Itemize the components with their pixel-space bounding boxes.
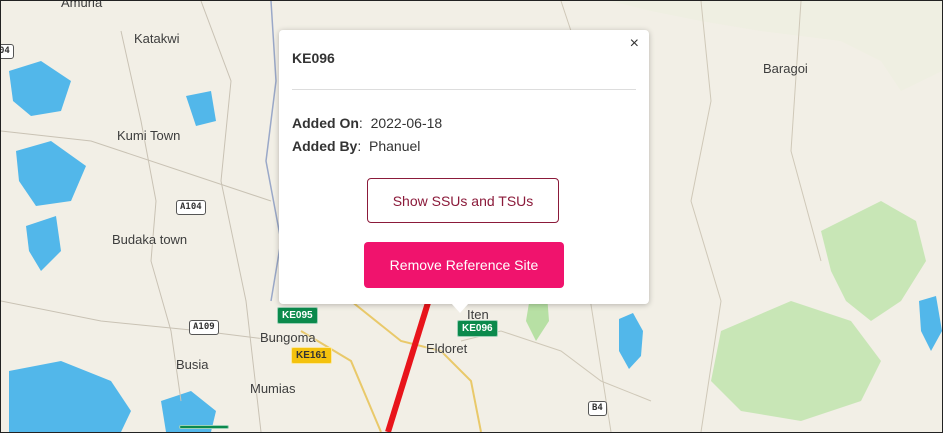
- show-ssus-tsus-button[interactable]: Show SSUs and TSUs: [367, 178, 559, 223]
- popup-divider: [292, 89, 636, 90]
- place-eldoret: Eldoret: [426, 341, 468, 356]
- added-by-value: Phanuel: [369, 138, 421, 154]
- place-katakwi: Katakwi: [134, 31, 180, 46]
- site-marker-ke095[interactable]: KE095: [277, 307, 318, 324]
- remove-reference-site-button[interactable]: Remove Reference Site: [364, 242, 564, 288]
- place-kumi-town: Kumi Town: [117, 128, 181, 143]
- site-marker-ke161[interactable]: KE161: [291, 347, 332, 364]
- popup-title: KE096: [292, 50, 335, 66]
- site-marker-ke096[interactable]: KE096: [457, 320, 498, 337]
- added-on-row: Added On: 2022-06-18: [292, 115, 442, 131]
- place-bungoma: Bungoma: [260, 330, 316, 345]
- place-budaka-town: Budaka town: [112, 232, 188, 247]
- popup-tip: [451, 303, 469, 313]
- road-shield-a109: A109: [189, 320, 219, 335]
- map-view[interactable]: Amuria Katakwi Kumi Town Budaka town Bus…: [0, 0, 943, 433]
- added-on-value: 2022-06-18: [370, 115, 443, 131]
- road-shield-a104: A104: [176, 200, 206, 215]
- road-shield-b4: B4: [588, 401, 607, 416]
- added-by-label: Added By: [292, 138, 358, 154]
- close-icon[interactable]: ×: [630, 36, 639, 52]
- place-amuria: Amuria: [61, 0, 103, 10]
- added-on-label: Added On: [292, 115, 359, 131]
- site-marker[interactable]: [179, 425, 229, 429]
- road-shield: 04: [1, 44, 14, 59]
- added-by-row: Added By: Phanuel: [292, 138, 420, 154]
- place-mumias: Mumias: [250, 381, 296, 396]
- site-popup: × KE096 Added On: 2022-06-18 Added By: P…: [279, 30, 649, 304]
- place-busia: Busia: [176, 357, 209, 372]
- place-baragoi: Baragoi: [763, 61, 808, 76]
- label-colon: :: [358, 115, 371, 131]
- label-colon: :: [357, 138, 370, 154]
